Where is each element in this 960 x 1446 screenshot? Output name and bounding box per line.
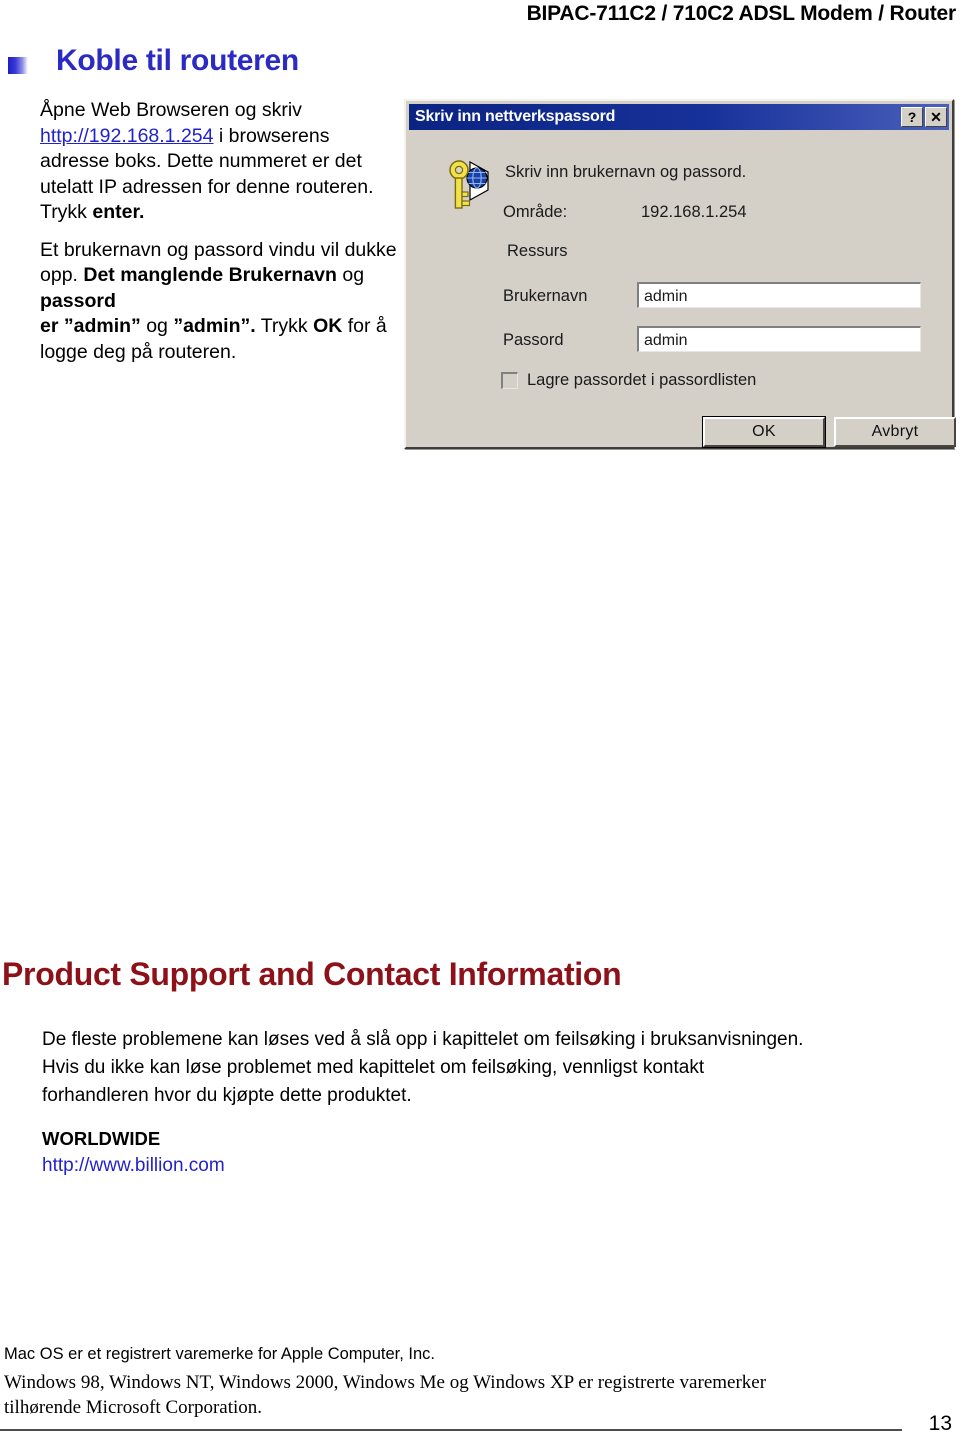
close-icon[interactable]: ✕ [925, 107, 947, 127]
instruction-paragraph-2: Et brukernavn og passord vindu vil dukke… [40, 238, 402, 366]
instruction-p2-bold-d: passord [40, 289, 116, 312]
worldwide-label: WORLDWIDE [42, 1128, 161, 1149]
windows-trademark-notice: Windows 98, Windows NT, Windows 2000, Wi… [4, 1370, 954, 1420]
save-password-label: Lagre passordet i passordlisten [527, 371, 757, 389]
support-section-title: Product Support and Contact Information [2, 956, 622, 992]
instruction-paragraph-1: Åpne Web Browseren og skriv http://192.1… [40, 98, 402, 226]
support-line-1: De fleste problemene kan løses ved å slå… [42, 1029, 804, 1050]
ok-button[interactable]: OK [702, 416, 826, 448]
resource-label: Ressurs [507, 242, 568, 260]
page-number: 13 [928, 1412, 952, 1435]
password-label: Passord [503, 331, 564, 349]
instruction-p2-bold-g: ”admin”. [173, 315, 256, 337]
help-icon[interactable]: ? [901, 107, 923, 127]
footer-divider [0, 1429, 902, 1431]
dialog-titlebar[interactable]: Skriv inn nettverkspassord ? ✕ [409, 104, 949, 130]
instruction-p2-text-h: Trykk [255, 315, 314, 337]
instruction-p1-text-a: Åpne Web Browseren og skriv [40, 99, 302, 121]
section-heading: Koble til routeren [0, 44, 600, 86]
dialog-prompt-text: Skriv inn brukernavn og passord. [505, 163, 747, 181]
support-line-3: forhandleren hvor du kjøpte dette produk… [42, 1085, 412, 1106]
instruction-p2-text-c: og [336, 264, 365, 286]
page-header-product-title: BIPAC-711C2 / 710C2 ADSL Modem / Router [526, 2, 957, 25]
gradient-square-bullet-icon [8, 57, 28, 74]
instruction-p2-bold-e: er ”admin” [40, 315, 141, 337]
windows-notice-line-1: Windows 98, Windows NT, Windows 2000, Wi… [4, 1372, 767, 1393]
password-input[interactable] [637, 326, 921, 352]
mac-trademark-notice: Mac OS er et registrert varemerke for Ap… [4, 1345, 435, 1363]
instruction-p2-bold-ok: OK [313, 315, 343, 337]
support-body-text: De fleste problemene kan løses ved å slå… [42, 1026, 954, 1110]
area-label: Område: [503, 203, 568, 221]
username-label: Brukernavn [503, 287, 588, 305]
network-password-dialog: Skriv inn nettverkspassord ? ✕ Skriv inn… [404, 99, 956, 449]
username-input[interactable] [637, 282, 921, 308]
windows-notice-line-2: tilhørende Microsoft Corporation. [4, 1397, 263, 1418]
save-password-checkbox-row[interactable]: Lagre passordet i passordlisten [501, 371, 756, 390]
key-and-globe-icon [449, 160, 489, 209]
instructions-column: Åpne Web Browseren og skriv http://192.1… [40, 98, 402, 365]
save-password-checkbox[interactable] [501, 372, 518, 389]
instruction-p2-bold-b: Det manglende Brukernavn [83, 264, 337, 286]
area-value: 192.168.1.254 [641, 203, 747, 221]
router-ip-link[interactable]: http://192.168.1.254 [40, 125, 213, 147]
instruction-p1-enter-bold: enter. [92, 201, 145, 223]
instruction-p2-text-f: og [140, 315, 174, 337]
dialog-title: Skriv inn nettverkspassord [415, 108, 616, 125]
dialog-body: Skriv inn brukernavn og passord. Område:… [409, 132, 956, 448]
cancel-button[interactable]: Avbryt [834, 417, 956, 447]
worldwide-url-link[interactable]: http://www.billion.com [42, 1155, 225, 1177]
support-line-2: Hvis du ikke kan løse problemet med kapi… [42, 1057, 705, 1078]
page-title: Koble til routeren [56, 44, 299, 77]
